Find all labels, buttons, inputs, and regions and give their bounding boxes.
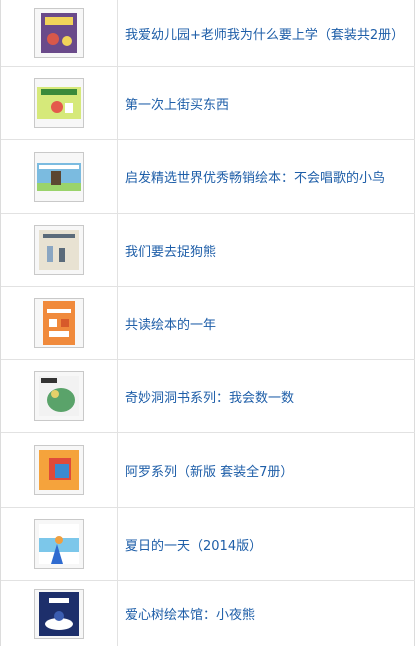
list-item[interactable]: 共读绘本的一年 xyxy=(1,286,415,359)
thumbnail-cell xyxy=(1,214,118,286)
list-item[interactable]: 我们要去捉狗熊 xyxy=(1,213,415,286)
thumbnail-cell xyxy=(1,0,118,66)
book-title-link[interactable]: 启发精选世界优秀畅销绘本：不会唱歌的小鸟 xyxy=(118,167,385,186)
list-item[interactable]: 夏日的一天（2014版） xyxy=(1,507,415,580)
list-item[interactable]: 阿罗系列（新版 套装全7册） xyxy=(1,432,415,507)
book-cover[interactable] xyxy=(34,298,84,348)
cover-icon xyxy=(39,450,79,490)
cover-icon xyxy=(41,13,77,53)
book-title-link[interactable]: 夏日的一天（2014版） xyxy=(118,535,262,554)
book-title-link[interactable]: 共读绘本的一年 xyxy=(118,314,216,333)
book-title-link[interactable]: 我爱幼儿园+老师我为什么要上学（套装共2册） xyxy=(118,24,404,43)
book-title-link[interactable]: 爱心树绘本馆：小夜熊 xyxy=(118,604,255,623)
book-cover[interactable] xyxy=(34,588,84,639)
book-cover[interactable] xyxy=(34,151,84,202)
book-cover[interactable] xyxy=(34,519,84,569)
book-title-link[interactable]: 我们要去捉狗熊 xyxy=(118,241,216,260)
cover-icon xyxy=(37,162,81,191)
book-cover[interactable] xyxy=(34,225,84,275)
list-item[interactable]: 第一次上街买东西 xyxy=(1,66,415,139)
list-item[interactable]: 爱心树绘本馆：小夜熊 xyxy=(1,580,415,646)
cover-icon xyxy=(43,301,75,345)
book-cover[interactable] xyxy=(34,78,84,128)
book-title-link[interactable]: 第一次上街买东西 xyxy=(118,94,229,113)
book-title-link[interactable]: 奇妙洞洞书系列：我会数一数 xyxy=(118,387,294,406)
thumbnail-cell xyxy=(1,287,118,359)
cover-icon xyxy=(39,524,79,564)
cover-icon xyxy=(39,591,79,636)
cover-icon xyxy=(39,376,79,416)
book-title-link[interactable]: 阿罗系列（新版 套装全7册） xyxy=(118,461,293,480)
book-cover[interactable] xyxy=(34,445,84,495)
list-item[interactable]: 启发精选世界优秀畅销绘本：不会唱歌的小鸟 xyxy=(1,139,415,213)
thumbnail-cell xyxy=(1,581,118,646)
thumbnail-cell xyxy=(1,433,118,507)
thumbnail-cell xyxy=(1,360,118,432)
cover-icon xyxy=(37,87,81,119)
thumbnail-cell xyxy=(1,140,118,213)
thumbnail-cell xyxy=(1,67,118,139)
book-list: 我爱幼儿园+老师我为什么要上学（套装共2册） 第一次上街买东西 启发精选世界优秀… xyxy=(0,0,415,646)
thumbnail-cell xyxy=(1,508,118,580)
list-item[interactable]: 奇妙洞洞书系列：我会数一数 xyxy=(1,359,415,432)
book-cover[interactable] xyxy=(34,371,84,421)
list-item[interactable]: 我爱幼儿园+老师我为什么要上学（套装共2册） xyxy=(1,0,415,66)
cover-icon xyxy=(39,230,79,270)
book-cover[interactable] xyxy=(34,8,84,58)
